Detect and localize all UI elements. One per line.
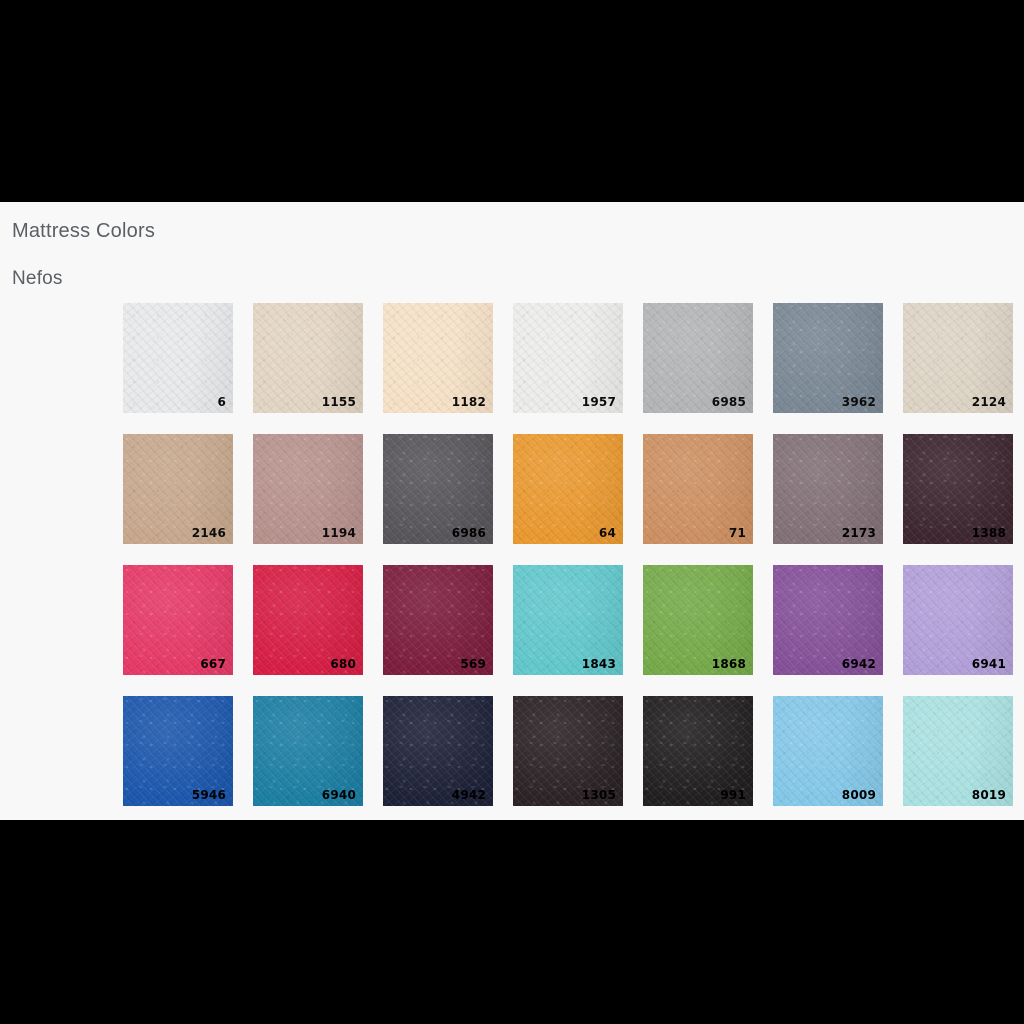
color-swatch[interactable]: 569 <box>383 565 493 675</box>
color-swatch[interactable]: 6985 <box>643 303 753 413</box>
color-swatch[interactable]: 6940 <box>253 696 363 806</box>
swatch-code-label: 6940 <box>321 788 356 802</box>
color-catalog-page: Mattress Colors Nefos 6 1155 1182 1957 6985 3… <box>0 202 1024 820</box>
color-swatch[interactable]: 1182 <box>383 303 493 413</box>
swatch-code-label: 8009 <box>841 788 876 802</box>
swatch-code-label: 6986 <box>451 526 486 540</box>
color-swatch[interactable]: 991 <box>643 696 753 806</box>
color-swatch[interactable]: 1868 <box>643 565 753 675</box>
color-swatch[interactable]: 3962 <box>773 303 883 413</box>
color-swatch[interactable]: 6941 <box>903 565 1013 675</box>
swatch-code-label: 3962 <box>841 395 876 409</box>
color-swatch[interactable]: 1388 <box>903 434 1013 544</box>
letterbox-bottom <box>0 820 1024 1024</box>
color-swatch[interactable]: 6986 <box>383 434 493 544</box>
swatch-code-label: 1155 <box>321 395 356 409</box>
color-swatch[interactable]: 71 <box>643 434 753 544</box>
swatch-code-label: 569 <box>460 657 486 671</box>
color-swatch[interactable]: 1155 <box>253 303 363 413</box>
color-swatch[interactable]: 2173 <box>773 434 883 544</box>
color-swatch[interactable]: 667 <box>123 565 233 675</box>
color-swatch[interactable]: 1957 <box>513 303 623 413</box>
color-swatch[interactable]: 1843 <box>513 565 623 675</box>
color-swatch[interactable]: 5946 <box>123 696 233 806</box>
swatch-row: 667 680 569 1843 1868 6942 6941 <box>123 565 1024 675</box>
color-swatch[interactable]: 4942 <box>383 696 493 806</box>
swatch-code-label: 1957 <box>581 395 616 409</box>
swatch-code-label: 1182 <box>451 395 486 409</box>
swatch-code-label: 1843 <box>581 657 616 671</box>
color-swatch[interactable]: 8019 <box>903 696 1013 806</box>
swatch-code-label: 667 <box>200 657 226 671</box>
swatch-code-label: 2173 <box>841 526 876 540</box>
swatch-code-label: 6985 <box>711 395 746 409</box>
screenshot-viewport: Mattress Colors Nefos 6 1155 1182 1957 6985 3… <box>0 0 1024 1024</box>
swatch-row: 6 1155 1182 1957 6985 3962 2124 <box>123 303 1024 413</box>
swatch-code-label: 2146 <box>191 526 226 540</box>
swatch-code-label: 680 <box>330 657 356 671</box>
swatch-code-label: 1388 <box>971 526 1006 540</box>
letterbox-top <box>0 0 1024 202</box>
color-swatch[interactable]: 2124 <box>903 303 1013 413</box>
swatch-code-label: 8019 <box>971 788 1006 802</box>
swatch-code-label: 991 <box>720 788 746 802</box>
color-swatch[interactable]: 2146 <box>123 434 233 544</box>
color-swatch[interactable]: 6 <box>123 303 233 413</box>
swatch-code-label: 5946 <box>191 788 226 802</box>
collection-name: Nefos <box>12 268 63 289</box>
swatch-row: 2146 1194 6986 64 71 2173 1388 <box>123 434 1024 544</box>
page-title: Mattress Colors <box>12 220 156 242</box>
color-swatch[interactable]: 64 <box>513 434 623 544</box>
swatch-code-label: 1194 <box>321 526 356 540</box>
swatch-code-label: 2124 <box>971 395 1006 409</box>
color-swatch[interactable]: 680 <box>253 565 363 675</box>
swatch-code-label: 1305 <box>581 788 616 802</box>
color-swatch[interactable]: 1194 <box>253 434 363 544</box>
swatch-code-label: 71 <box>728 526 746 540</box>
swatch-row: 5946 6940 4942 1305 991 8009 8019 <box>123 696 1024 806</box>
swatch-code-label: 6942 <box>841 657 876 671</box>
swatch-code-label: 1868 <box>711 657 746 671</box>
page-headings: Mattress Colors Nefos <box>0 202 1024 290</box>
color-swatch[interactable]: 8009 <box>773 696 883 806</box>
swatch-code-label: 4942 <box>451 788 486 802</box>
swatch-code-label: 6941 <box>971 657 1006 671</box>
color-swatch[interactable]: 6942 <box>773 565 883 675</box>
swatch-code-label: 6 <box>217 395 226 409</box>
color-swatch[interactable]: 1305 <box>513 696 623 806</box>
swatch-code-label: 64 <box>598 526 616 540</box>
color-swatch-grid: 6 1155 1182 1957 6985 3962 2124 2146 1194 6986 64 7… <box>123 303 1024 820</box>
